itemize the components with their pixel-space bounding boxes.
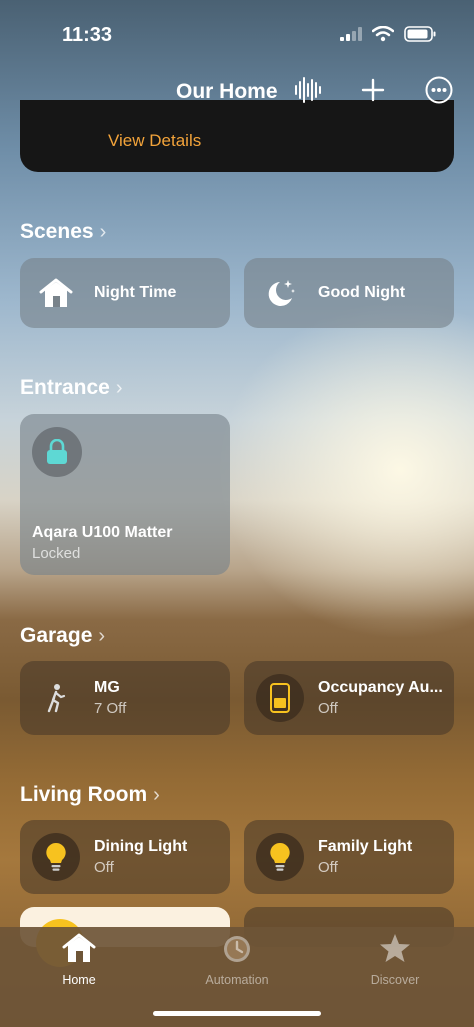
chevron-right-icon: › [153,783,160,806]
home-title[interactable]: Our Home [176,80,278,104]
section-living-room[interactable]: Living Room › [20,783,160,807]
accessory-status: Locked [32,545,81,562]
accessory-tile-occupancy[interactable]: Occupancy Au... Off [244,661,454,735]
lightbulb-icon [32,833,80,881]
tab-home[interactable]: Home [19,932,139,987]
accessory-tile-mg[interactable]: MG 7 Off [20,661,230,735]
accessory-status: Off [318,700,338,717]
scene-label: Good Night [318,284,406,301]
tab-automation[interactable]: Automation [177,932,297,987]
chevron-right-icon: › [115,376,123,399]
clock-icon [221,932,253,969]
battery-icon [404,26,436,47]
section-garage-title: Garage [20,624,93,647]
accessory-name: Occupancy Au... [318,679,443,696]
plus-icon [361,78,385,107]
section-scenes[interactable]: Scenes › [20,220,106,244]
accessory-name: Family Light [318,838,413,855]
status-icons [340,25,436,47]
scene-tile-good-night[interactable]: Good Night [244,258,454,328]
accessory-status: Off [318,859,338,876]
tab-discover[interactable]: Discover [335,932,455,987]
occupancy-sensor-icon [256,674,304,722]
add-button[interactable] [357,76,389,108]
accessory-status: 7 Off [94,700,127,717]
house-icon [62,932,96,969]
scene-label: Night Time [94,284,177,301]
lightbulb-icon [256,833,304,881]
moon-stars-icon [256,269,304,317]
home-icon [32,269,80,317]
chevron-right-icon: › [99,220,107,243]
view-details-link[interactable]: View Details [108,131,201,151]
more-icon [425,76,453,109]
more-button[interactable] [423,76,455,108]
tab-label: Discover [370,973,420,987]
waveform-icon [294,76,322,108]
section-living-room-title: Living Room [20,783,148,806]
star-icon [379,932,411,969]
accessory-tile-dining-light[interactable]: Dining Light Off [20,820,230,894]
scene-tile-night-time[interactable]: Night Time [20,258,230,328]
chevron-right-icon: › [98,624,106,647]
tab-label: Home [62,973,96,987]
section-scenes-title: Scenes [20,220,94,243]
accessory-name: Dining Light [94,838,188,855]
tab-label: Automation [205,973,269,987]
section-entrance-title: Entrance [20,376,110,399]
accessory-status: Off [94,859,114,876]
section-entrance[interactable]: Entrance › [20,376,123,400]
wifi-icon [371,25,395,47]
accessory-name: MG [94,679,120,696]
intercom-button[interactable] [292,76,324,108]
section-garage[interactable]: Garage › [20,624,105,648]
status-time: 11:33 [62,24,113,46]
home-indicator[interactable] [153,1011,321,1016]
accessory-name: Aqara U100 Matter [32,524,173,541]
accessory-tile-family-light[interactable]: Family Light Off [244,820,454,894]
accessory-tile-aqara-lock[interactable]: Aqara U100 Matter Locked [20,414,230,575]
cellular-signal-icon [340,27,362,46]
walking-person-icon [32,674,80,722]
lock-icon [32,427,82,477]
